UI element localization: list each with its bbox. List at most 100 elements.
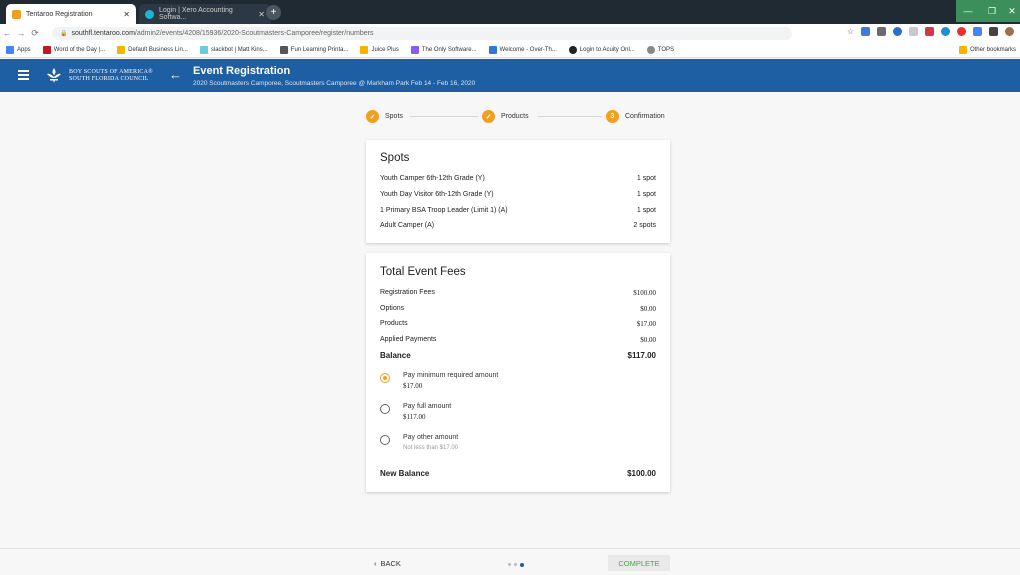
browser-back-icon[interactable]: ← — [0, 28, 14, 38]
profile-avatar[interactable] — [1005, 27, 1014, 36]
pay-full-label: Pay full amount — [403, 403, 452, 410]
folder-icon — [117, 45, 126, 54]
page-dot-active — [520, 562, 524, 567]
bsa-fleur-de-lis-logo-icon — [47, 68, 61, 83]
bookmark-item[interactable]: Default Business Lin... — [117, 45, 188, 54]
step-products[interactable]: ✓ Products — [482, 110, 529, 123]
maximize-window-button[interactable]: ❐ — [980, 0, 1004, 22]
bookmark-item[interactable]: Welcome - Over-Th... — [488, 45, 557, 54]
spots-card: Spots Youth Camper 6th-12th Grade (Y) 1 s… — [366, 140, 670, 243]
bookmark-star-icon[interactable]: ☆ — [847, 27, 854, 36]
back-button[interactable]: ‹ BACK — [374, 559, 401, 568]
pay-other-label: Pay other amount — [403, 434, 459, 441]
page-title: Event Registration — [193, 65, 291, 77]
browser-tab-bar: Tentaroo Registration ✕ Login | Xero Acc… — [0, 0, 1020, 24]
bookmark-apps[interactable]: Apps — [6, 45, 31, 54]
spot-row: Youth Camper 6th-12th Grade (Y) 1 spot — [380, 175, 656, 182]
other-bookmarks[interactable]: Other bookmarks — [958, 46, 1016, 54]
lock-icon: 🔒 — [60, 31, 68, 37]
pay-minimum-label: Pay minimum required amount — [403, 372, 499, 379]
bookmark-item[interactable]: slackbot | Matt Kins... — [199, 45, 268, 54]
close-tab-icon[interactable]: ✕ — [258, 10, 265, 19]
check-icon: ✓ — [482, 110, 495, 123]
browser-tab-tentaroo[interactable]: Tentaroo Registration ✕ — [6, 4, 136, 24]
footer-nav: ‹ BACK COMPLETE — [0, 548, 1020, 575]
pay-minimum-amount: $17.00 — [403, 382, 423, 390]
step-number: 3 — [606, 110, 619, 123]
bookmark-favicon-icon — [646, 45, 655, 54]
close-window-button[interactable]: ✕ — [1004, 0, 1020, 22]
close-tab-icon[interactable]: ✕ — [123, 10, 130, 19]
bookmark-favicon-icon — [488, 45, 497, 54]
page-dot — [514, 563, 517, 566]
bookmarks-bar: Apps Word of the Day |... Default Busine… — [0, 42, 1020, 58]
menu-icon[interactable] — [18, 70, 29, 80]
extension-icon[interactable] — [957, 27, 966, 36]
extension-icon[interactable] — [893, 27, 902, 36]
step-confirmation: 3 Confirmation — [606, 110, 665, 123]
extension-icon[interactable] — [941, 27, 950, 36]
app-header: BOY SCOUTS OF AMERICA® SOUTH FLORIDA COU… — [0, 59, 1020, 92]
browser-forward-icon[interactable]: → — [14, 28, 28, 38]
spot-row: Adult Camper (A) 2 spots — [380, 222, 656, 229]
extension-icon[interactable] — [877, 27, 886, 36]
bookmark-item[interactable]: Login to Acuity Onl... — [568, 45, 635, 54]
extension-icon[interactable] — [973, 27, 982, 36]
extension-icon[interactable] — [861, 27, 870, 36]
bookmark-item[interactable]: Word of the Day |... — [42, 45, 105, 54]
pay-full-radio[interactable] — [380, 404, 390, 414]
bookmark-item[interactable]: The Only Software... — [410, 45, 477, 54]
bookmark-favicon-icon — [568, 45, 577, 54]
spots-title: Spots — [380, 152, 410, 164]
extension-icon[interactable] — [925, 27, 934, 36]
bookmark-favicon-icon — [42, 45, 51, 54]
extension-icon[interactable] — [989, 27, 998, 36]
extensions-toolbar: ☆ — [847, 27, 1014, 36]
fee-row: Options $0.00 — [380, 305, 656, 313]
url-path: /admin2/events/4208/15936/2020-Scoutmast… — [134, 30, 374, 37]
apps-grid-icon — [6, 45, 14, 54]
balance-row: Balance $117.00 — [380, 351, 656, 360]
page-indicator — [508, 562, 524, 567]
step-spots[interactable]: ✓ Spots — [366, 110, 403, 123]
slack-icon — [199, 45, 208, 54]
new-balance-row: New Balance $100.00 — [380, 469, 656, 478]
extension-icon[interactable] — [909, 27, 918, 36]
folder-icon — [360, 45, 369, 54]
minimize-window-button[interactable]: — — [956, 0, 980, 22]
bookmark-favicon-icon — [279, 45, 288, 54]
header-back-arrow-icon[interactable]: ← — [169, 67, 182, 82]
check-icon: ✓ — [366, 110, 379, 123]
registration-stepper: ✓ Spots ✓ Products 3 Confirmation — [366, 110, 670, 124]
folder-icon — [958, 46, 967, 54]
bookmark-item[interactable]: Juice Plus — [360, 45, 399, 54]
tab-title: Tentaroo Registration — [26, 10, 93, 18]
xero-favicon-icon — [145, 9, 154, 19]
pay-other-radio[interactable] — [380, 435, 390, 445]
pay-minimum-radio[interactable] — [380, 373, 390, 383]
spot-row: Youth Day Visitor 6th-12th Grade (Y) 1 sp… — [380, 191, 656, 198]
fees-title: Total Event Fees — [380, 266, 466, 278]
fee-row: Applied Payments $0.00 — [380, 336, 656, 344]
url-bar[interactable]: 🔒 southfl.tentaroo.com/admin2/events/420… — [52, 27, 792, 40]
new-tab-button[interactable]: + — [266, 5, 281, 20]
pay-other-hint: Not less than $17.00 — [403, 445, 459, 451]
browser-tab-xero[interactable]: Login | Xero Accounting Softwa... ✕ — [139, 4, 271, 24]
step-connector — [538, 116, 602, 117]
fees-card: Total Event Fees Registration Fees $100.0… — [366, 253, 670, 492]
complete-button[interactable]: COMPLETE — [608, 555, 670, 571]
reload-icon[interactable]: ⟳ — [28, 28, 42, 39]
url-host: southfl.tentaroo.com — [71, 30, 135, 37]
bookmark-item[interactable]: Fun Learning Printa... — [279, 45, 348, 54]
fee-row: Products $17.00 — [380, 320, 656, 328]
pay-full-amount: $117.00 — [403, 413, 426, 421]
bookmark-item[interactable]: TOPS — [646, 45, 674, 54]
fee-row: Registration Fees $100.00 — [380, 289, 656, 297]
browser-address-row: ← → ⟳ 🔒 southfl.tentaroo.com/admin2/even… — [0, 24, 1020, 42]
page-dot — [508, 563, 511, 566]
chevron-left-icon: ‹ — [374, 559, 377, 568]
tab-title: Login | Xero Accounting Softwa... — [159, 7, 233, 21]
tentaroo-favicon-icon — [12, 9, 21, 19]
bookmark-favicon-icon — [410, 45, 419, 54]
spot-row: 1 Primary BSA Troop Leader (Limit 1) (A)… — [380, 207, 656, 214]
